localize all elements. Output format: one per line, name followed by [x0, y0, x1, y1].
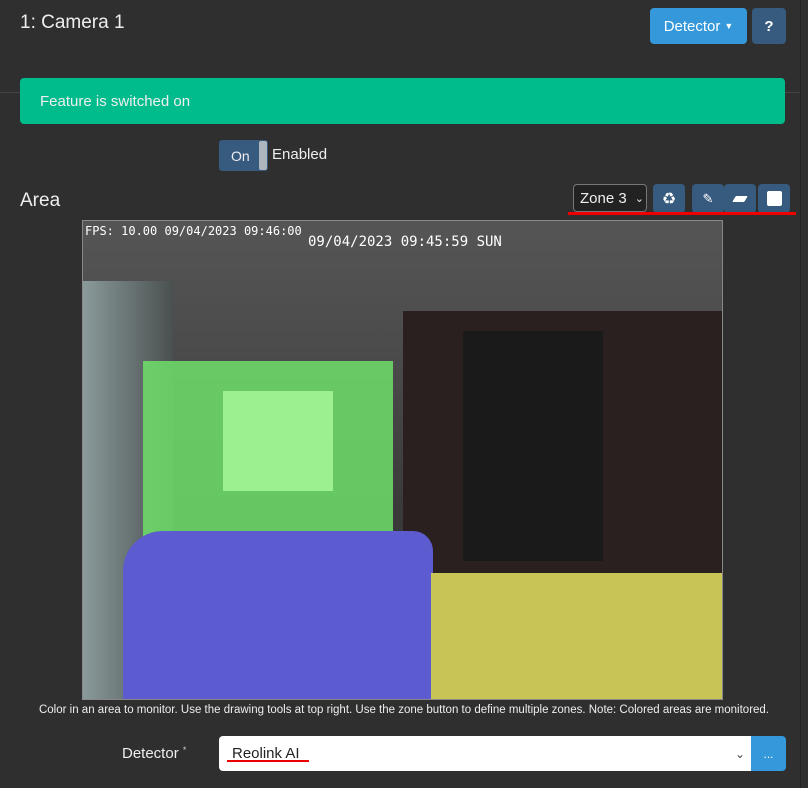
- detector-more-button[interactable]: ...: [751, 736, 786, 771]
- page-title: 1: Camera 1: [20, 12, 125, 33]
- enabled-toggle[interactable]: On: [219, 140, 268, 171]
- chevron-down-icon: ⌄: [634, 192, 644, 205]
- area-help-text: Color in an area to monitor. Use the dra…: [38, 704, 770, 716]
- zone-green-highlight: [223, 391, 333, 491]
- fill-tool-button[interactable]: [758, 184, 790, 213]
- toggle-knob: [259, 141, 267, 170]
- fps-overlay: FPS: 10.00 09/04/2023 09:46:00: [85, 224, 302, 238]
- detector-button-label: Detector: [663, 17, 721, 35]
- required-mark: *: [182, 745, 187, 755]
- alert-text: Feature is switched on: [40, 92, 191, 110]
- highlight-underline: [227, 760, 309, 762]
- help-button[interactable]: ?: [752, 8, 786, 44]
- camera-timestamp: 09/04/2023 09:45:59 SUN: [308, 234, 502, 250]
- modal-border: [800, 0, 801, 788]
- zone-purple: [123, 531, 433, 699]
- area-heading: Area: [20, 190, 61, 211]
- detector-dropdown-button[interactable]: Detector ▼: [650, 8, 747, 44]
- status-alert: Feature is switched on: [20, 78, 785, 124]
- camera-dark-object: [463, 331, 603, 561]
- detector-select[interactable]: Reolink AI ⌄: [219, 736, 751, 771]
- zone-select-value: Zone 3: [580, 189, 627, 207]
- highlight-underline: [568, 212, 796, 215]
- toggle-state: On: [231, 148, 250, 164]
- reset-zone-button[interactable]: ♻: [653, 184, 685, 213]
- zone-yellow: [431, 573, 722, 699]
- eraser-icon: [732, 195, 748, 202]
- zone-select[interactable]: Zone 3 ⌄: [573, 184, 647, 212]
- recycle-icon: ♻: [661, 190, 677, 208]
- toggle-label: Enabled: [272, 146, 328, 163]
- pencil-tool-button[interactable]: ✎: [692, 184, 724, 213]
- eraser-tool-button[interactable]: [724, 184, 756, 213]
- caret-down-icon: ▼: [724, 21, 734, 31]
- detector-label: Detector *: [122, 745, 186, 762]
- camera-canvas[interactable]: FPS: 10.00 09/04/2023 09:46:00 09/04/202…: [82, 220, 723, 700]
- detector-label-text: Detector: [122, 745, 179, 762]
- pencil-icon: ✎: [702, 190, 714, 206]
- square-icon: [766, 191, 782, 206]
- chevron-down-icon: ⌄: [734, 746, 745, 761]
